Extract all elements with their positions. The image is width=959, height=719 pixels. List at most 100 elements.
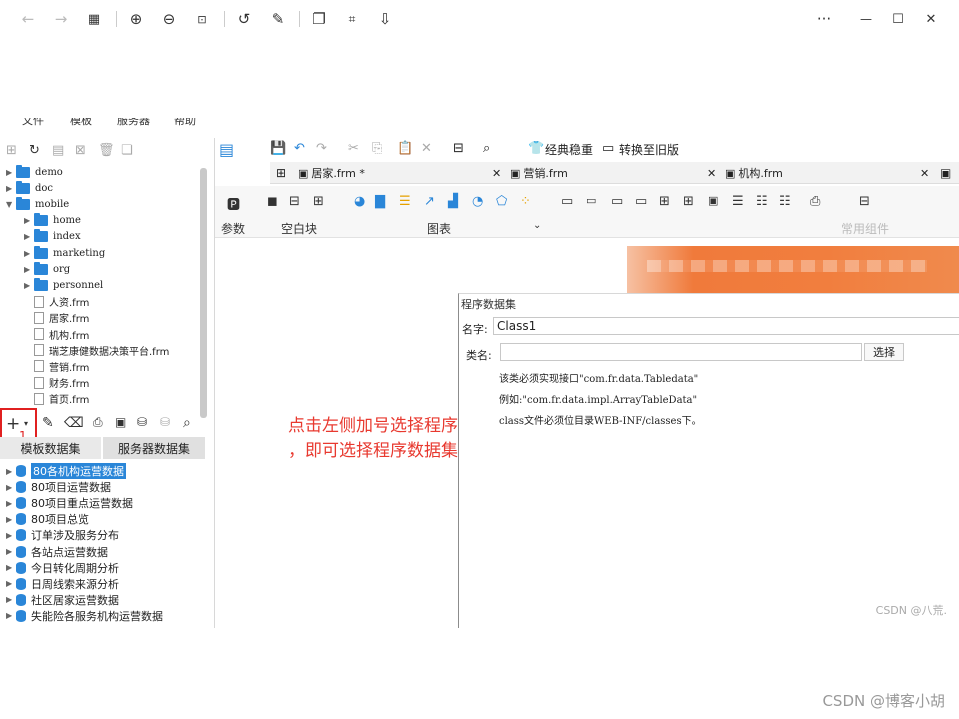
rotate-icon[interactable]: ↺ [234, 9, 254, 29]
dataset-item[interactable]: ▶ 80项目运营数据 [6, 479, 111, 495]
collapsed-arrow-icon[interactable]: ▶ [24, 232, 34, 241]
dataset-item[interactable]: ▶ 失能险各服务机构运营数据 [6, 608, 163, 624]
close-tab-2-icon[interactable]: ✕ [920, 162, 929, 184]
dataset-item[interactable]: ▶ 各站点运营数据 [6, 544, 108, 560]
tab-server-dataset[interactable]: 服务器数据集 [103, 437, 205, 459]
hbar-chart-icon[interactable]: ☰ [399, 194, 411, 209]
line-chart-icon[interactable]: ↗ [424, 194, 435, 209]
collapsed-arrow-icon[interactable]: ▶ [6, 184, 16, 193]
search-icon[interactable]: ⌕ [183, 415, 191, 431]
tree-item[interactable]: ▶ demo [6, 164, 63, 180]
collapsed-arrow-icon[interactable]: ▶ [24, 265, 34, 274]
dataset-item[interactable]: ▶ 80项目重点运营数据 [6, 495, 133, 511]
menu-item[interactable]: 服务器 [117, 118, 150, 128]
tab-block-icon[interactable]: ⊟ [289, 194, 300, 209]
more-button[interactable]: ··· [814, 9, 834, 29]
dropdown-widget-icon[interactable]: ▭ [635, 194, 647, 209]
copy-icon[interactable]: ⎘ [372, 141, 382, 156]
collapsed-arrow-icon[interactable]: ▶ [6, 168, 16, 177]
gauge-icon[interactable]: ◔ [472, 194, 483, 209]
tree-item[interactable]: ▶ index [24, 229, 81, 245]
download-icon[interactable]: ⇩ [375, 9, 395, 29]
absolute-block-icon[interactable]: ⊞ [313, 194, 324, 209]
param-icon[interactable]: 🅿 [227, 194, 240, 213]
database-icon[interactable]: ⛁ [137, 415, 147, 429]
tree-item[interactable]: 机构.frm [24, 326, 89, 342]
close-button[interactable]: ✕ [921, 9, 941, 29]
refresh-icon[interactable]: ↻ [29, 143, 40, 158]
button-widget-icon[interactable]: ▭ [561, 194, 573, 209]
tree-item[interactable]: 营销.frm [24, 358, 89, 374]
cut-icon[interactable]: ✂ [348, 141, 359, 156]
properties-icon[interactable]: ▤ [52, 143, 64, 158]
delete-icon[interactable]: 🗑 [98, 143, 115, 158]
back-arrow-icon[interactable]: ← [18, 9, 38, 29]
radio-widget-icon[interactable]: ☷ [756, 194, 768, 209]
table-widget-icon[interactable]: ⊞ [683, 194, 694, 209]
copy-icon[interactable]: ❐ [309, 9, 329, 29]
redo-icon[interactable]: ↷ [316, 141, 327, 156]
tree-item[interactable]: ▶ home [24, 213, 81, 229]
dataset-item[interactable]: ▶ 80项目总览 [6, 511, 89, 527]
tree-item[interactable]: 首页.frm [24, 391, 89, 407]
database-disabled-icon[interactable]: ⛁ [160, 415, 170, 429]
collapsed-arrow-icon[interactable]: ▶ [6, 467, 16, 476]
dataset-item[interactable]: ▶ 社区居家运营数据 [6, 592, 119, 608]
minimize-button[interactable]: — [856, 9, 876, 29]
tree-item[interactable]: ▶ org [24, 261, 70, 277]
zoom-out-icon[interactable]: ⊖ [159, 9, 179, 29]
new-folder-icon[interactable]: ⊞ [6, 143, 17, 158]
collapsed-arrow-icon[interactable]: ▶ [6, 483, 16, 492]
close-tab-0-icon[interactable]: ✕ [492, 162, 501, 184]
collapsed-arrow-icon[interactable]: ▶ [6, 499, 16, 508]
trash-icon[interactable]: ⌫ [64, 415, 84, 431]
dataset-item[interactable]: ▶ 日周线索来源分析 [6, 576, 119, 592]
blank-block-icon[interactable]: ◼ [267, 194, 278, 209]
checkbox-widget-icon[interactable]: ☷ [779, 194, 791, 209]
tree-item[interactable]: 瑞芝康健数据决策平台.frm [24, 342, 169, 358]
edit-dataset-icon[interactable]: ▣ [115, 415, 126, 429]
edit-icon[interactable]: ✎ [268, 9, 288, 29]
clear-icon[interactable]: ✕ [421, 141, 432, 156]
tree-scrollbar[interactable] [200, 168, 207, 418]
zoom-icon[interactable]: ⌕ [483, 141, 490, 156]
tree-item[interactable]: 居家.frm [24, 310, 89, 326]
radar-icon[interactable]: ⬠ [496, 194, 507, 209]
collapsed-arrow-icon[interactable]: ▶ [24, 249, 34, 258]
close-tab-1-icon[interactable]: ✕ [707, 162, 716, 184]
tab-template-dataset[interactable]: 模板数据集 [0, 437, 101, 459]
bar-chart-icon[interactable]: ▇ [375, 194, 385, 209]
tree-item[interactable]: ▶ marketing [24, 245, 105, 261]
menu-item[interactable]: 模板 [70, 118, 92, 128]
label-widget-icon[interactable]: ▭ [586, 194, 596, 207]
dataset-item[interactable]: ▶ 订单涉及服务分布 [6, 527, 119, 543]
class-name-field[interactable] [500, 343, 862, 361]
edit-pencil-icon[interactable]: ✎ [42, 415, 54, 431]
classic-theme-button[interactable]: 经典稳重 [545, 141, 593, 158]
text-widget-icon[interactable]: ▭ [611, 194, 623, 209]
collapsed-arrow-icon[interactable]: ▶ [6, 547, 16, 556]
maximize-button[interactable]: ☐ [888, 9, 908, 29]
dataset-item[interactable]: ▶ 80各机构运营数据 [6, 463, 126, 479]
shirt-icon[interactable]: 👕 [528, 141, 544, 156]
switch-icon[interactable]: ▭ [602, 141, 614, 156]
switch-old-version-button[interactable]: 转换至旧版 [619, 141, 679, 158]
tree-item[interactable]: 财务.frm [24, 375, 89, 391]
collapsed-arrow-icon[interactable]: ▶ [6, 579, 16, 588]
menu-item[interactable]: 帮助 [174, 118, 196, 128]
textarea-widget-icon[interactable]: ☰ [732, 194, 744, 209]
tree-item[interactable]: ▶ personnel [24, 277, 103, 293]
tree-item[interactable]: ▶ doc [6, 180, 53, 196]
collapsed-arrow-icon[interactable]: ▶ [6, 531, 16, 540]
menu-item[interactable]: 文件 [22, 118, 44, 128]
tab-file-2[interactable]: ▣ 机构.frm [725, 162, 783, 184]
lock-icon[interactable]: ⊠ [75, 143, 86, 158]
preview-icon[interactable]: ⎙ [93, 415, 103, 430]
dataset-item[interactable]: ▶ 今日转化周期分析 [6, 560, 119, 576]
tree-item[interactable]: 人资.frm [24, 294, 89, 310]
save-icon[interactable]: 💾 [270, 141, 286, 156]
template-icon[interactable]: ▤ [219, 140, 234, 159]
layout-icon[interactable]: ⊞ [276, 166, 286, 180]
area-chart-icon[interactable]: ▟ [448, 194, 458, 209]
name-field[interactable]: Class1 [493, 317, 959, 335]
